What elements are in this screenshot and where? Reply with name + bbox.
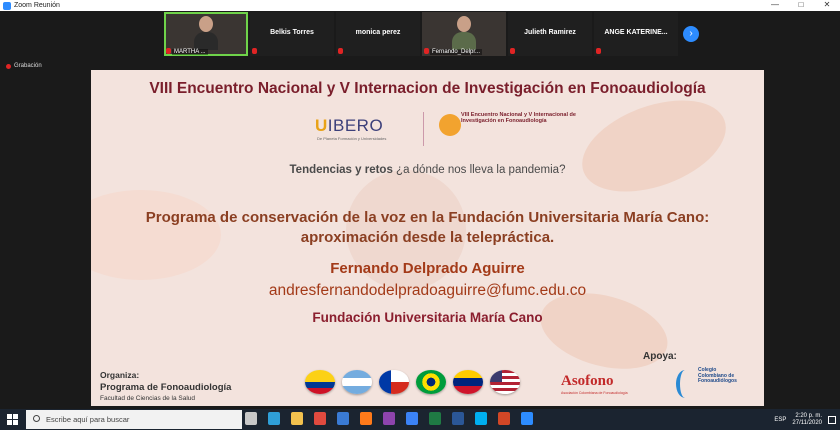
muted-mic-icon bbox=[166, 48, 171, 54]
logos-row: UIBERO De Planeta Formación y Universida… bbox=[311, 106, 576, 146]
time: 2:20 p. m. bbox=[795, 412, 822, 419]
windows-taskbar: Escribe aquí para buscar ESP 2:20 p. m. … bbox=[0, 409, 840, 430]
colombia-flag-icon bbox=[305, 370, 335, 394]
participant-name: ANGE KATERINE... bbox=[604, 29, 668, 36]
argentina-flag-icon bbox=[342, 370, 372, 394]
venezuela-flag-icon bbox=[453, 370, 483, 394]
tagline: Tendencias y retos ¿a dónde nos lleva la… bbox=[289, 164, 566, 176]
apoya-label: Apoya: bbox=[643, 351, 677, 362]
participant-strip: MARTHA ... Belkis Torres monica perez Ferna… bbox=[164, 12, 678, 56]
talk-title: Programa de conservación de la voz en la… bbox=[145, 209, 710, 246]
ibero-sub: De Planeta Formación y Universidades bbox=[317, 136, 387, 141]
recording-indicator: Grabación bbox=[6, 63, 42, 69]
clock[interactable]: 2:20 p. m. 27/11/2020 bbox=[792, 413, 822, 427]
muted-mic-icon bbox=[510, 48, 515, 54]
search-placeholder: Escribe aquí para buscar bbox=[46, 415, 130, 424]
store-icon[interactable] bbox=[406, 412, 418, 425]
taskbar-search[interactable]: Escribe aquí para buscar bbox=[26, 410, 242, 429]
asofono-sub: Asociación Colombiana de Fonoaudiología bbox=[561, 391, 628, 395]
mail-icon[interactable] bbox=[337, 412, 349, 425]
organizer-block: Organiza: Programa de Fonoaudiología Fac… bbox=[100, 370, 231, 402]
date: 27/11/2020 bbox=[792, 419, 822, 426]
chile-flag-icon bbox=[379, 370, 409, 394]
participant-name: monica perez bbox=[355, 29, 401, 36]
zoom-icon[interactable] bbox=[521, 412, 533, 425]
participant-name: Julieth Ramirez bbox=[524, 29, 576, 36]
participant-name: Belkis Torres bbox=[270, 29, 314, 36]
skype-icon[interactable] bbox=[475, 412, 487, 425]
chrome-icon[interactable] bbox=[314, 412, 326, 425]
participant-video bbox=[194, 16, 218, 52]
colegio-arc bbox=[676, 370, 694, 398]
brazil-flag-icon bbox=[416, 370, 446, 394]
slide-title: VIII Encuentro Nacional y V Internacion … bbox=[149, 80, 706, 97]
language-indicator[interactable]: ESP bbox=[774, 417, 786, 423]
decor-blob bbox=[569, 82, 739, 210]
participant-tile[interactable]: ANGE KATERINE... bbox=[594, 12, 678, 56]
faculty-name: Facultad de Ciencias de la Salud bbox=[100, 395, 196, 402]
participant-tile[interactable]: Fernando_Delpr... bbox=[422, 12, 506, 56]
shared-slide: VIII Encuentro Nacional y V Internacion … bbox=[91, 70, 764, 406]
taskbar-apps bbox=[245, 412, 533, 425]
muted-mic-icon bbox=[338, 48, 343, 54]
participant-tile[interactable]: Belkis Torres bbox=[250, 12, 334, 56]
program-name: Programa de Fonoaudiología bbox=[100, 382, 232, 393]
system-tray: ESP 2:20 p. m. 27/11/2020 bbox=[774, 409, 836, 430]
search-icon bbox=[33, 415, 40, 422]
word-icon[interactable] bbox=[452, 412, 464, 425]
flags-row bbox=[305, 370, 520, 394]
zoom-app-icon bbox=[3, 1, 11, 10]
ibero-logo: UIBERO bbox=[315, 116, 384, 135]
recording-label: Grabación bbox=[14, 63, 42, 69]
record-icon bbox=[6, 63, 11, 69]
window-controls: — □ ✕ bbox=[762, 0, 840, 11]
firefox-icon[interactable] bbox=[360, 412, 372, 425]
task-view-icon[interactable] bbox=[245, 412, 257, 425]
usa-flag-icon bbox=[490, 370, 520, 394]
organiza-label: Organiza: bbox=[100, 370, 140, 380]
muted-mic-icon bbox=[252, 48, 257, 54]
participant-tile[interactable]: MARTHA ... bbox=[164, 12, 248, 56]
participant-video bbox=[452, 16, 476, 52]
participant-tile[interactable]: Julieth Ramirez bbox=[508, 12, 592, 56]
encuentro-logo-text: VIII Encuentro Nacional y V Internaciona… bbox=[461, 112, 576, 124]
powerpoint-icon[interactable] bbox=[498, 412, 510, 425]
file-explorer-icon[interactable] bbox=[291, 412, 303, 425]
participant-tile[interactable]: monica perez bbox=[336, 12, 420, 56]
muted-mic-icon bbox=[596, 48, 601, 54]
maximize-button[interactable]: □ bbox=[788, 0, 814, 11]
notifications-icon[interactable] bbox=[828, 415, 836, 424]
institution: Fundación Universitaria María Cano bbox=[312, 310, 543, 325]
asofono-logo: Asofono bbox=[561, 373, 614, 389]
edge-icon[interactable] bbox=[268, 412, 280, 425]
participant-name: Fernando_Delpr... bbox=[430, 49, 483, 55]
window-title: Zoom Reunión bbox=[14, 2, 60, 9]
zoom-titlebar: Zoom Reunión — □ ✕ bbox=[0, 0, 840, 11]
participant-name: MARTHA ... bbox=[172, 49, 208, 55]
divider bbox=[423, 112, 424, 146]
speaker-name: Fernando Delprado Aguirre bbox=[330, 260, 525, 277]
excel-icon[interactable] bbox=[429, 412, 441, 425]
meeting-area: MARTHA ... Belkis Torres monica perez Ferna… bbox=[0, 11, 840, 409]
chevron-right-icon[interactable]: › bbox=[683, 26, 699, 42]
minimize-button[interactable]: — bbox=[762, 0, 788, 11]
speaker-email: andresfernandodelpradoaguirre@fumc.edu.c… bbox=[268, 282, 587, 299]
onenote-icon[interactable] bbox=[383, 412, 395, 425]
speech-wave-icon bbox=[439, 114, 461, 136]
close-button[interactable]: ✕ bbox=[814, 0, 840, 11]
muted-mic-icon bbox=[424, 48, 429, 54]
colegio-logo: Colegio Colombiano de Fonoaudiólogos bbox=[676, 364, 738, 400]
windows-start-icon[interactable] bbox=[7, 414, 18, 425]
